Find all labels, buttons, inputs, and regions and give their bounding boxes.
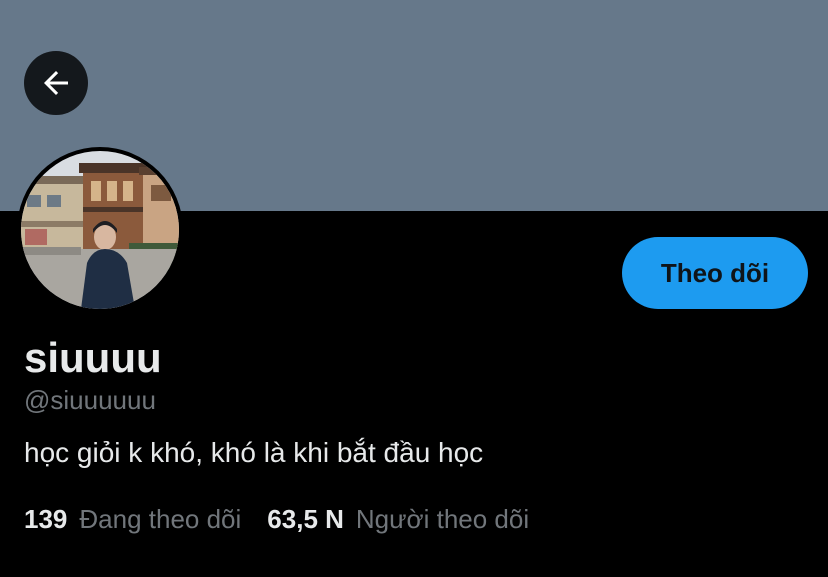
followers-label: Người theo dõi [355,504,530,534]
followers-count: 63,5 N [267,504,344,534]
bio: học giỏi k khó, khó là khi bắt đầu học [24,437,484,468]
follow-stats: 139 Đang theo dõi 63,5 N Người theo dõi [24,503,529,535]
profile-page: Theo dõi siuuuu @siuuuuuu học giỏi k khó… [0,0,828,577]
followers-stat[interactable]: 63,5 N Người theo dõi [267,503,529,535]
arrow-left-icon [44,71,68,95]
display-name: siuuuu [24,334,162,381]
following-count: 139 [24,504,68,534]
avatar-image [21,151,179,309]
back-button[interactable] [24,51,88,115]
following-label: Đang theo dõi [79,504,242,534]
handle: @siuuuuuu [24,385,156,415]
following-stat[interactable]: 139 Đang theo dõi [24,503,241,535]
avatar[interactable] [17,147,183,313]
follow-button[interactable]: Theo dõi [622,237,808,309]
